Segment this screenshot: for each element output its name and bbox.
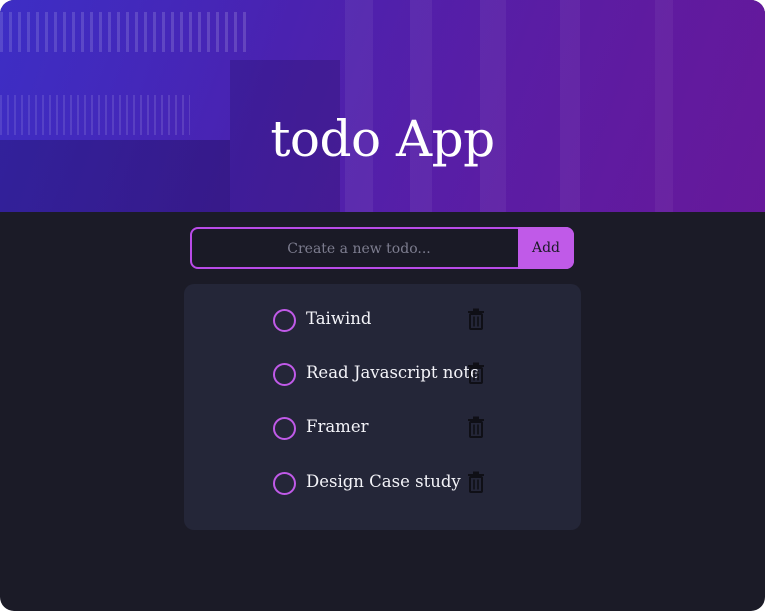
trash-icon[interactable] (467, 416, 485, 438)
todo-app: todo App Add Taiwind Read Javascript not… (0, 0, 765, 611)
header-banner: todo App (0, 0, 765, 212)
page-title: todo App (270, 110, 495, 168)
new-todo-form: Add (190, 227, 574, 269)
circle-checkbox-icon[interactable] (273, 472, 296, 495)
circle-checkbox-icon[interactable] (273, 363, 296, 386)
circle-checkbox-icon[interactable] (273, 309, 296, 332)
new-todo-input[interactable] (194, 229, 524, 269)
todo-label: Read Javascript note (306, 363, 480, 382)
add-button[interactable]: Add (518, 227, 574, 269)
todo-label: Design Case study (306, 472, 461, 491)
list-item: Design Case study (273, 468, 503, 498)
header-overlay (0, 0, 765, 212)
list-item: Framer (273, 413, 503, 443)
list-item: Read Javascript note (273, 359, 503, 389)
trash-icon[interactable] (467, 308, 485, 330)
trash-icon[interactable] (467, 362, 485, 384)
todo-list: Taiwind Read Javascript note Framer Desi… (184, 284, 581, 530)
list-item: Taiwind (273, 305, 503, 335)
todo-label: Taiwind (306, 309, 372, 328)
todo-label: Framer (306, 417, 369, 436)
circle-checkbox-icon[interactable] (273, 417, 296, 440)
trash-icon[interactable] (467, 471, 485, 493)
